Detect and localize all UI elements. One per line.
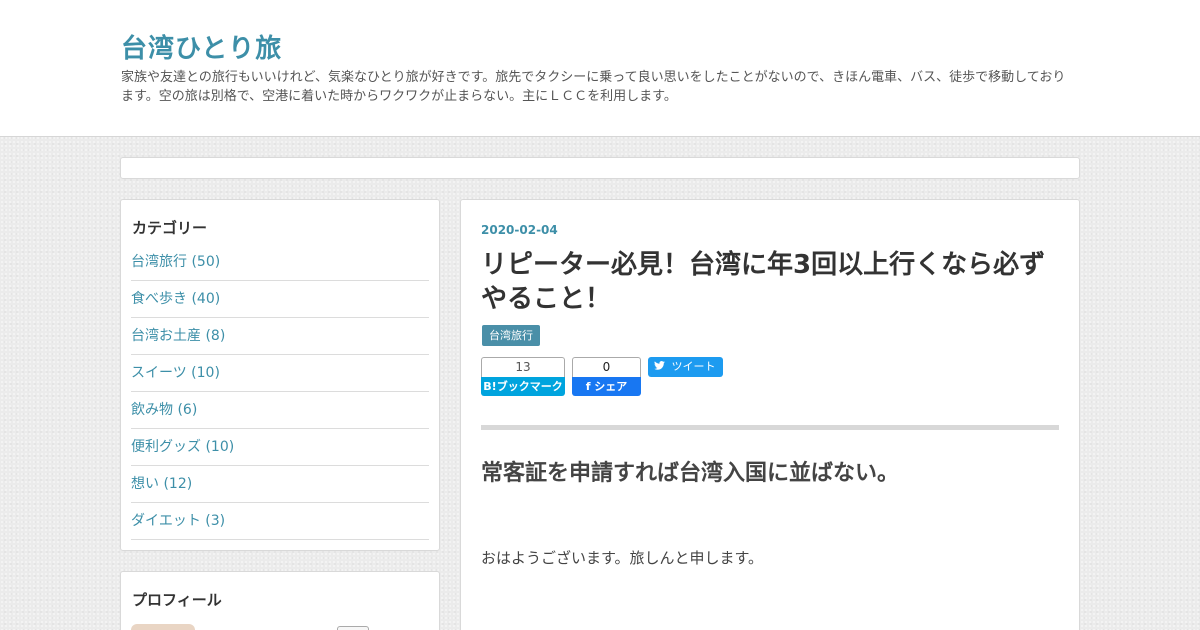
facebook-share-button[interactable]: 0 f シェア xyxy=(572,357,641,396)
profile-follow-button[interactable] xyxy=(337,626,369,630)
category-link[interactable]: 便利グッズ (10) xyxy=(131,439,234,455)
post-date[interactable]: 2020-02-04 xyxy=(481,223,558,237)
tweet-button[interactable]: ツイート xyxy=(648,357,723,377)
avatar[interactable] xyxy=(131,624,195,630)
category-link[interactable]: 台湾旅行 (50) xyxy=(131,254,220,270)
facebook-count: 0 xyxy=(572,357,641,377)
article: 2020-02-04 リピーター必見！台湾に年3回以上行くなら必ずやること！ 台… xyxy=(460,199,1080,630)
category-item[interactable]: 台湾旅行 (50) xyxy=(131,244,429,281)
hatena-bookmark-button[interactable]: 13 B!ブックマーク xyxy=(481,357,565,396)
top-ad-box xyxy=(120,157,1080,179)
twitter-bird-icon xyxy=(654,357,665,377)
hatena-label: B!ブックマーク xyxy=(481,377,565,396)
categories-title: カテゴリー xyxy=(132,219,208,237)
category-item[interactable]: ダイエット (3) xyxy=(131,503,429,540)
profile-module: プロフィール xyxy=(120,571,440,630)
category-link[interactable]: 台湾お土産 (8) xyxy=(131,328,225,344)
category-item[interactable]: 食べ歩き (40) xyxy=(131,281,429,318)
category-link[interactable]: 飲み物 (6) xyxy=(131,402,197,418)
category-link[interactable]: 想い (12) xyxy=(131,476,192,492)
category-item[interactable]: 想い (12) xyxy=(131,466,429,503)
categories-module: カテゴリー 台湾旅行 (50) 食べ歩き (40) 台湾お土産 (8) スイーツ… xyxy=(120,199,440,551)
facebook-label: f シェア xyxy=(572,377,641,396)
blog-description: 家族や友達との旅行もいいけれど、気楽なひとり旅が好きです。旅先でタクシーに乗って… xyxy=(121,70,1066,104)
blog-header: 台湾ひとり旅 家族や友達との旅行もいいけれど、気楽なひとり旅が好きです。旅先でタ… xyxy=(0,0,1200,137)
category-link[interactable]: ダイエット (3) xyxy=(131,513,225,529)
tweet-label: ツイート xyxy=(671,360,716,373)
post-title[interactable]: リピーター必見！台湾に年3回以上行くなら必ずやること！ xyxy=(481,248,1061,316)
post-heading: 常客証を申請すれば台湾入国に並ばない。 xyxy=(481,461,900,486)
category-item[interactable]: 台湾お土産 (8) xyxy=(131,318,429,355)
category-item[interactable]: 便利グッズ (10) xyxy=(131,429,429,466)
category-list: 台湾旅行 (50) 食べ歩き (40) 台湾お土産 (8) スイーツ (10) … xyxy=(131,244,429,540)
section-divider xyxy=(481,425,1059,430)
blog-title-link[interactable]: 台湾ひとり旅 xyxy=(121,28,282,65)
post-paragraph: おはようございます。旅しんと申します。 xyxy=(481,549,764,567)
profile-title: プロフィール xyxy=(132,591,222,609)
category-link[interactable]: 食べ歩き (40) xyxy=(131,291,220,307)
category-link[interactable]: スイーツ (10) xyxy=(131,365,220,381)
post-category-badge[interactable]: 台湾旅行 xyxy=(482,325,540,346)
category-item[interactable]: 飲み物 (6) xyxy=(131,392,429,429)
hatena-count: 13 xyxy=(481,357,565,377)
category-item[interactable]: スイーツ (10) xyxy=(131,355,429,392)
